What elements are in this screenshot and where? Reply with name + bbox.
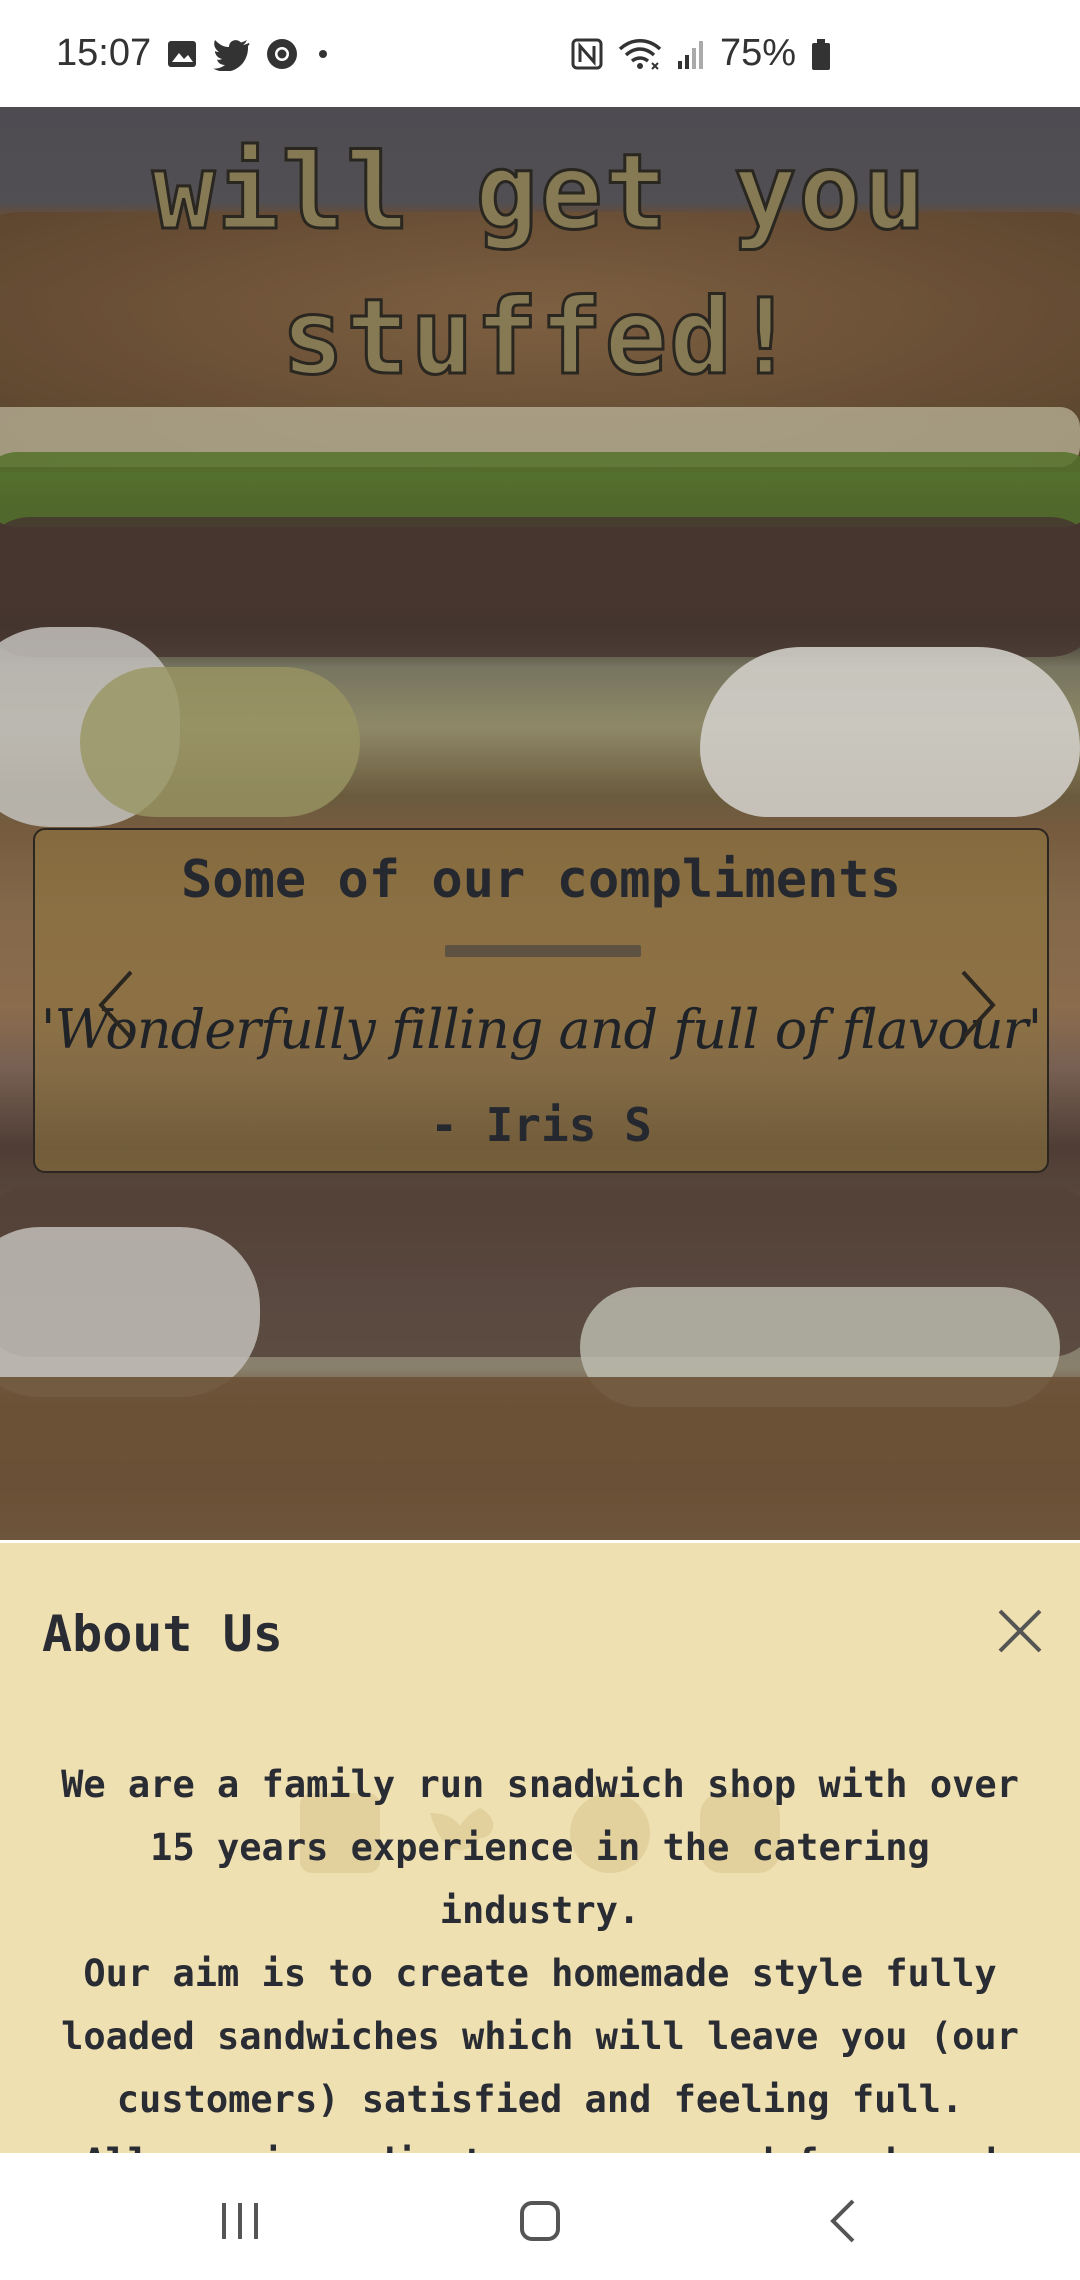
status-right: 75%	[570, 32, 832, 75]
status-time: 15:07	[56, 32, 152, 74]
home-icon[interactable]	[510, 2191, 570, 2251]
headline-line-1: will get you	[151, 130, 928, 255]
battery-percent: 75%	[720, 32, 797, 74]
battery-icon	[810, 37, 832, 71]
dot-icon	[313, 37, 333, 71]
headline-line-2: stuffed!	[280, 275, 799, 400]
testimonial-carousel: Some of our compliments 'Wonderfully fil…	[33, 828, 1049, 1173]
close-icon[interactable]	[990, 1601, 1050, 1661]
chevron-right-icon[interactable]	[947, 960, 1007, 1050]
status-left: 15:07	[56, 32, 333, 75]
about-paragraph-1: We are a family run snadwich shop with o…	[61, 1763, 1019, 1932]
status-bar: 15:07 75%	[0, 0, 1080, 107]
signal-icon	[676, 37, 706, 71]
testimonial-author: - Iris S	[430, 1098, 652, 1152]
about-body: We are a family run snadwich shop with o…	[60, 1753, 1020, 2153]
testimonial-title: Some of our compliments	[180, 850, 902, 910]
wifi-icon	[618, 37, 662, 71]
hero-headline: will get you stuffed!	[0, 120, 1080, 410]
back-icon[interactable]	[815, 2191, 875, 2251]
system-nav-bar	[0, 2153, 1080, 2280]
testimonial-quote: 'Wonderfully filling and full of flavour…	[40, 998, 1043, 1061]
about-paragraph-3: All our ingredients are sourced fresh an…	[60, 2131, 1020, 2153]
twitter-icon	[213, 37, 251, 71]
chevron-left-icon[interactable]	[87, 960, 147, 1050]
chrome-icon	[265, 37, 299, 71]
gallery-icon	[165, 37, 199, 71]
testimonial-divider	[445, 945, 641, 957]
about-paragraph-2: Our aim is to create homemade style full…	[61, 1952, 1019, 2121]
about-title: About Us	[42, 1605, 283, 1663]
nfc-icon	[570, 37, 604, 71]
about-panel: About Us We are a family run snadwich sh…	[0, 1543, 1080, 2153]
recent-apps-icon[interactable]	[210, 2191, 270, 2251]
